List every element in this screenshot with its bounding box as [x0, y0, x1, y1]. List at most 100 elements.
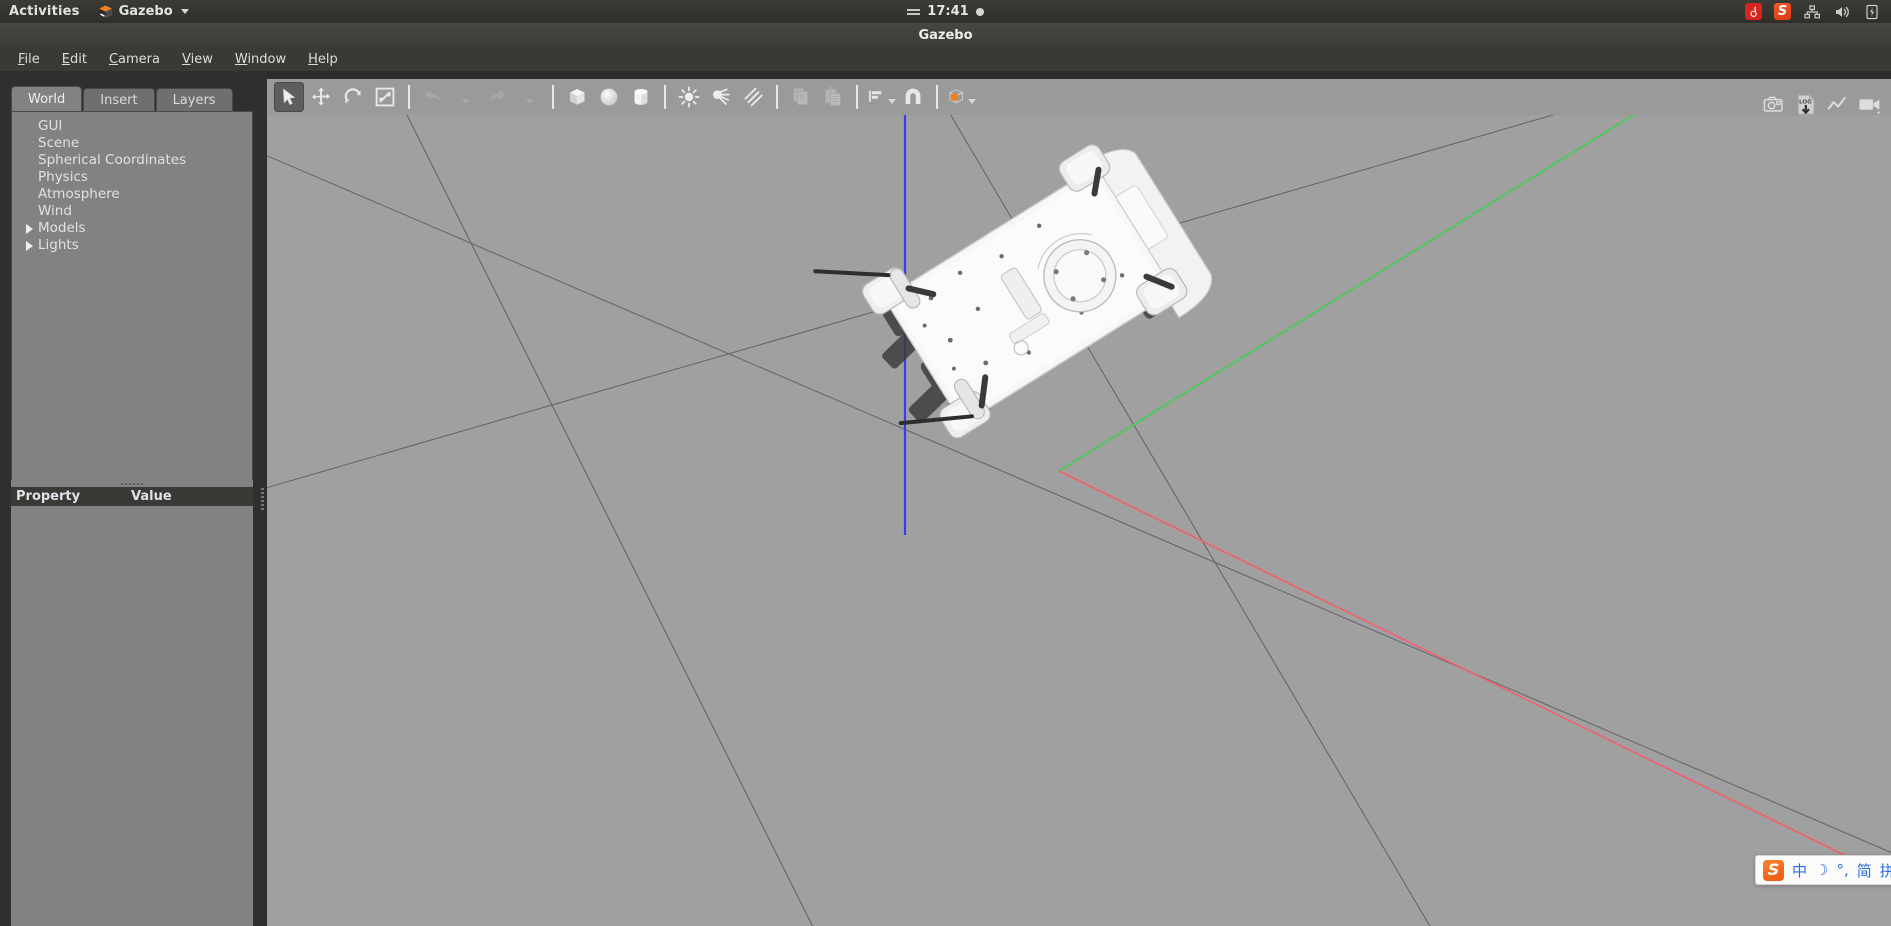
page-title: Gazebo [918, 27, 973, 43]
panel-vertical-splitter[interactable] [258, 71, 267, 926]
view-angle-button[interactable] [946, 82, 976, 112]
chevron-right-icon[interactable] [26, 223, 33, 234]
menu-window[interactable]: Window [225, 49, 296, 70]
tree-item-label: Wind [38, 203, 72, 219]
splitter-grip-icon [261, 487, 264, 510]
activities-button[interactable]: Activities [0, 0, 89, 23]
toolbar-separator [856, 85, 858, 109]
spot-light-button[interactable] [706, 82, 736, 112]
toolbar-separator [408, 85, 410, 109]
property-table-body[interactable] [11, 506, 253, 926]
battery-icon[interactable] [1863, 3, 1881, 21]
ime-simplified-toggle[interactable]: 简 [1857, 860, 1872, 881]
menu-help[interactable]: Help [298, 49, 348, 70]
menu-bar: File Edit Camera View Window Help [0, 47, 1891, 71]
notification-dot-icon[interactable] [975, 7, 984, 16]
netease-music-icon[interactable] [1745, 3, 1762, 20]
chevron-right-icon[interactable] [26, 240, 33, 251]
top-bar-center: 17:41 [0, 0, 1891, 23]
paste-button[interactable] [818, 82, 848, 112]
system-top-bar: Activities Gazebo 17:41 S [0, 0, 1891, 23]
tree-item-spherical-coordinates[interactable]: Spherical Coordinates [12, 152, 252, 169]
point-light-button[interactable] [674, 82, 704, 112]
clock[interactable]: 17:41 [927, 4, 968, 19]
align-button[interactable] [866, 82, 896, 112]
main-toolbar: LOG [267, 79, 1891, 115]
tree-item-physics[interactable]: Physics [12, 169, 252, 186]
menu-view[interactable]: View [172, 49, 223, 70]
render-viewport-3d[interactable] [267, 115, 1891, 926]
tree-item-label: Atmosphere [38, 186, 120, 202]
column-header-property[interactable]: Property [11, 489, 131, 504]
menu-camera[interactable]: Camera [99, 49, 170, 70]
cylinder-button[interactable] [626, 82, 656, 112]
tree-item-models[interactable]: Models [12, 220, 252, 237]
undo-button[interactable] [418, 82, 448, 112]
tab-insert-label: Insert [100, 93, 138, 108]
tab-world-label: World [28, 92, 66, 107]
ime-punctuation-toggle[interactable]: °, [1836, 861, 1848, 879]
box-button[interactable] [562, 82, 592, 112]
left-panel: World Insert Layers GUI Scene Spherical … [0, 71, 265, 926]
undo-history-button[interactable] [450, 82, 480, 112]
svg-text:LOG: LOG [1799, 100, 1812, 106]
tree-item-lights[interactable]: Lights [12, 237, 252, 254]
tab-layers-label: Layers [172, 93, 216, 108]
toolbar-separator [664, 85, 666, 109]
chevron-down-icon [180, 9, 189, 14]
menu-edit[interactable]: Edit [52, 49, 97, 70]
window-title-bar: Gazebo [0, 23, 1891, 47]
rotate-mode-button[interactable] [338, 82, 368, 112]
gazebo-cube-icon [98, 5, 113, 19]
chevron-down-icon [525, 98, 534, 104]
menu-lines-icon[interactable] [907, 8, 921, 15]
sphere-button[interactable] [594, 82, 624, 112]
redo-button[interactable] [482, 82, 512, 112]
ime-moon-icon[interactable]: ☽ [1815, 861, 1828, 879]
app-menu-button[interactable]: Gazebo [89, 0, 198, 23]
sogou-ime-toolbar[interactable]: S 中 ☽ °, 简 拼 [1755, 855, 1891, 885]
scale-mode-button[interactable] [370, 82, 400, 112]
sogou-ime-icon[interactable]: S [1774, 3, 1791, 20]
tree-item-label: Models [38, 220, 86, 236]
tree-item-label: Spherical Coordinates [38, 152, 187, 168]
directional-light-button[interactable] [738, 82, 768, 112]
toolbar-separator [552, 85, 554, 109]
tree-item-atmosphere[interactable]: Atmosphere [12, 186, 252, 203]
chevron-down-icon [968, 98, 976, 104]
translate-mode-button[interactable] [306, 82, 336, 112]
screen-root: Activities Gazebo 17:41 S Gazebo File Ed… [0, 0, 1891, 926]
network-icon[interactable] [1803, 3, 1821, 21]
volume-icon[interactable] [1833, 3, 1851, 21]
world-tree[interactable]: GUI Scene Spherical Coordinates Physics … [11, 111, 253, 481]
tab-world[interactable]: World [11, 86, 83, 112]
splitter-grip-icon [121, 482, 143, 485]
menu-file[interactable]: File [8, 49, 50, 70]
tree-item-label: Lights [38, 237, 79, 253]
ime-pinyin-toggle[interactable]: 拼 [1880, 860, 1891, 881]
chevron-down-icon [461, 98, 470, 104]
tree-item-label: Physics [38, 169, 88, 185]
tab-insert[interactable]: Insert [83, 88, 155, 112]
ime-language-toggle[interactable]: 中 [1792, 860, 1807, 881]
column-header-value[interactable]: Value [131, 489, 253, 504]
panel-horizontal-splitter[interactable] [11, 480, 253, 487]
tree-item-label: Scene [38, 135, 80, 151]
system-tray: S [1745, 0, 1891, 23]
redo-history-button[interactable] [514, 82, 544, 112]
tree-item-gui[interactable]: GUI [12, 118, 252, 135]
toolbar-separator [776, 85, 778, 109]
tree-item-wind[interactable]: Wind [12, 203, 252, 220]
tree-item-label: GUI [38, 118, 63, 134]
chevron-down-icon [888, 98, 896, 104]
property-table-header: Property Value [11, 487, 253, 506]
main-area: World Insert Layers GUI Scene Spherical … [0, 71, 1891, 926]
copy-button[interactable] [786, 82, 816, 112]
select-mode-button[interactable] [274, 82, 304, 112]
sogou-logo-icon[interactable]: S [1763, 859, 1784, 881]
toolbar-separator [936, 85, 938, 109]
tree-item-scene[interactable]: Scene [12, 135, 252, 152]
tab-layers[interactable]: Layers [155, 88, 233, 112]
snap-button[interactable] [898, 82, 928, 112]
left-panel-tabs: World Insert Layers [11, 86, 234, 112]
